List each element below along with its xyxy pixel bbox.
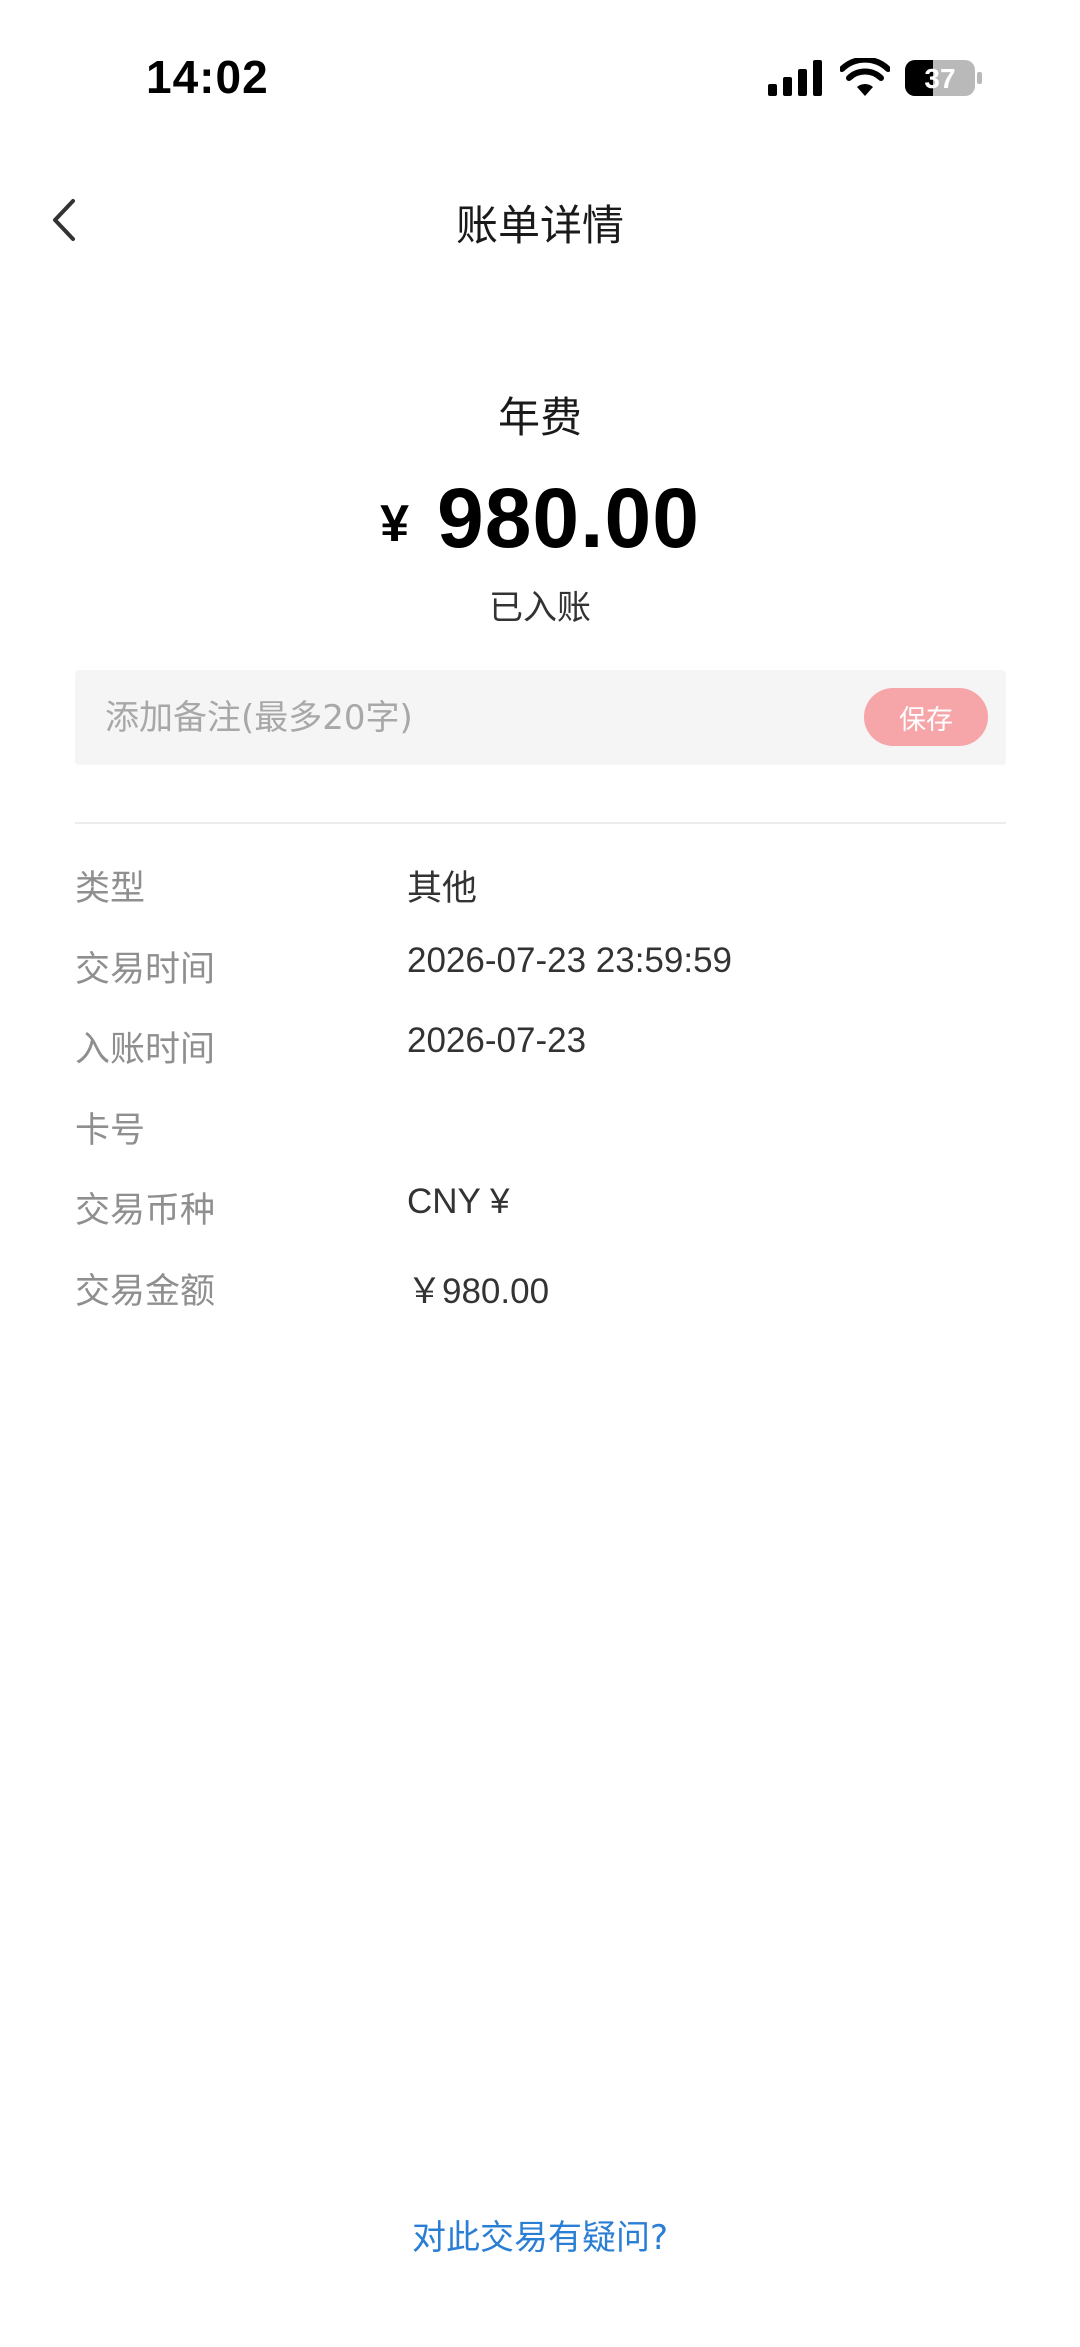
detail-value: 2026-07-23 [407, 1021, 587, 1060]
detail-label: 交易金额 [75, 1271, 216, 1312]
page-title: 账单详情 [455, 201, 624, 250]
status-time: 14:02 [146, 51, 269, 103]
detail-value: 2026-07-23 23:59:59 [407, 940, 732, 980]
detail-label: 交易币种 [75, 1191, 216, 1231]
signal-icon [768, 60, 822, 96]
nav-bar: 账单详情 [0, 170, 1080, 270]
detail-list: 类型 其他 交易时间 2026-07-23 23:59:59 入账时间 2026… [75, 860, 1006, 1343]
detail-row-posting-time: 入账时间 2026-07-23 [75, 1021, 1006, 1102]
remark-input[interactable] [105, 670, 885, 765]
divider [75, 822, 1006, 824]
detail-label: 入账时间 [75, 1030, 216, 1070]
battery-icon: 37 [905, 60, 982, 96]
transaction-status: 已入账 [489, 588, 591, 628]
detail-row-card-number: 卡号 [75, 1102, 1006, 1183]
bill-detail-page: 14:02 37 账单详情 年费 ¥980.00 已入账 添加备注(最多20字)… [0, 0, 1080, 2347]
amount-value: 980.00 [437, 471, 700, 565]
detail-value: CNY ¥ [407, 1182, 510, 1221]
detail-value: ￥980.00 [407, 1271, 550, 1311]
dispute-link[interactable]: 对此交易有疑问? [0, 2210, 1080, 2259]
detail-row-amount: 交易金额 ￥980.00 [75, 1263, 1006, 1344]
transaction-amount: ¥980.00 [0, 470, 1080, 567]
detail-row-currency: 交易币种 CNY ¥ [75, 1182, 1006, 1263]
detail-label: 卡号 [75, 1110, 146, 1151]
currency-symbol: ¥ [380, 495, 409, 553]
battery-level: 37 [924, 63, 955, 94]
detail-label: 类型 [75, 869, 146, 909]
wifi-icon [840, 58, 890, 96]
detail-value: 其他 [407, 869, 478, 908]
remark-bar: 保存 [75, 670, 1006, 765]
transaction-category: 年费 [497, 393, 582, 442]
detail-label: 交易时间 [75, 949, 216, 990]
save-button[interactable]: 保存 [864, 688, 988, 746]
detail-row-transaction-time: 交易时间 2026-07-23 23:59:59 [75, 941, 1006, 1022]
detail-row-type: 类型 其他 [75, 860, 1006, 941]
status-bar: 14:02 37 [0, 0, 1080, 150]
